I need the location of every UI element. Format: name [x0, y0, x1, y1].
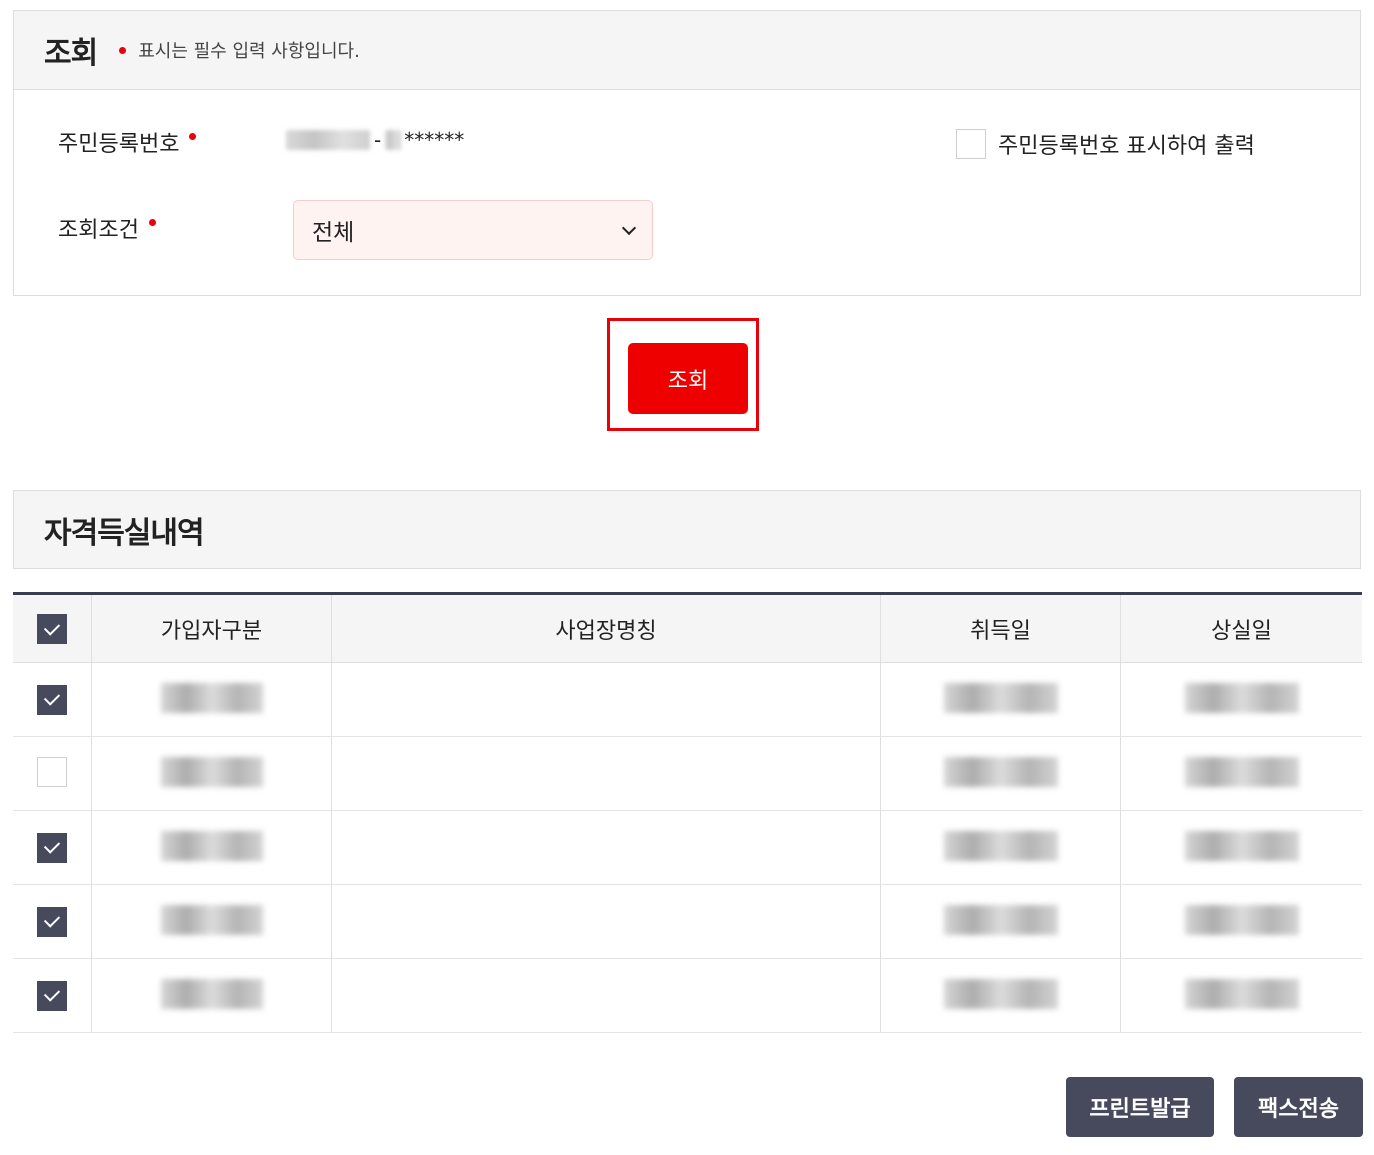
masked-member-type	[160, 978, 263, 1009]
masked-member-type	[160, 682, 263, 713]
row-checkbox[interactable]	[37, 684, 67, 715]
required-dot-icon	[119, 46, 127, 54]
select-all-cell	[13, 593, 92, 663]
required-dot-icon	[189, 132, 197, 140]
workplace-name-cell	[331, 810, 881, 885]
row-checkbox[interactable]	[37, 832, 67, 863]
condition-label-text: 조회조건	[58, 218, 139, 243]
masked-loss-date	[1184, 978, 1299, 1009]
resident-no-value: - ******	[286, 128, 464, 152]
masked-acquire-date	[943, 904, 1058, 935]
table-row	[13, 736, 1362, 811]
masked-member-type	[160, 904, 263, 935]
table-row	[13, 662, 1362, 737]
condition-select-value: 전체	[312, 220, 355, 246]
search-button[interactable]: 조회	[628, 343, 748, 414]
required-note: 표시는 필수 입력 사항입니다.	[119, 37, 360, 63]
masked-acquire-date	[943, 978, 1058, 1009]
required-note-text: 표시는 필수 입력 사항입니다.	[138, 41, 360, 62]
masked-loss-date	[1184, 830, 1299, 861]
masked-member-type	[160, 830, 263, 861]
masked-acquire-date	[943, 756, 1058, 787]
table-row	[13, 810, 1362, 885]
required-dot-icon	[148, 218, 156, 226]
id-stars: ******	[404, 128, 465, 152]
table-row	[13, 958, 1362, 1033]
masked-loss-date	[1184, 682, 1299, 713]
col-loss-date: 상실일	[1120, 593, 1362, 663]
row-checkbox[interactable]	[37, 756, 67, 787]
print-issue-button[interactable]: 프린트발급	[1066, 1077, 1214, 1137]
workplace-name-cell	[331, 662, 881, 737]
chevron-down-icon	[621, 220, 637, 235]
query-panel-header: 조회 표시는 필수 입력 사항입니다.	[14, 11, 1360, 90]
id-separator: -	[374, 128, 382, 152]
masked-acquire-date	[943, 682, 1058, 713]
masked-acquire-date	[943, 830, 1058, 861]
query-panel-title: 조회	[44, 36, 98, 71]
history-table: 가입자구분 사업장명칭 취득일 상실일	[13, 592, 1362, 1033]
select-all-checkbox[interactable]	[37, 614, 67, 645]
masked-id-front	[286, 130, 370, 150]
col-acquire-date: 취득일	[880, 593, 1121, 663]
print-option-checkbox[interactable]	[956, 129, 986, 159]
table-row	[13, 884, 1362, 959]
history-section-header: 자격득실내역	[13, 490, 1361, 569]
resident-no-label: 주민등록번호	[58, 126, 197, 158]
condition-label: 조회조건	[58, 212, 156, 244]
workplace-name-cell	[331, 884, 881, 959]
col-workplace-name: 사업장명칭	[331, 593, 881, 663]
history-title: 자격득실내역	[44, 515, 205, 551]
masked-id-back	[385, 130, 402, 150]
table-header-row: 가입자구분 사업장명칭 취득일 상실일	[13, 593, 1362, 663]
fax-send-button[interactable]: 팩스전송	[1234, 1077, 1363, 1137]
workplace-name-cell	[331, 736, 881, 811]
col-member-type: 가입자구분	[91, 593, 332, 663]
row-checkbox[interactable]	[37, 906, 67, 937]
workplace-name-cell	[331, 958, 881, 1033]
print-option[interactable]: 주민등록번호 표시하여 출력	[956, 128, 1255, 160]
row-checkbox[interactable]	[37, 980, 67, 1011]
condition-select[interactable]: 전체	[293, 200, 653, 260]
masked-loss-date	[1184, 904, 1299, 935]
masked-member-type	[160, 756, 263, 787]
print-option-label: 주민등록번호 표시하여 출력	[998, 134, 1255, 159]
masked-loss-date	[1184, 756, 1299, 787]
resident-no-label-text: 주민등록번호	[58, 132, 180, 157]
